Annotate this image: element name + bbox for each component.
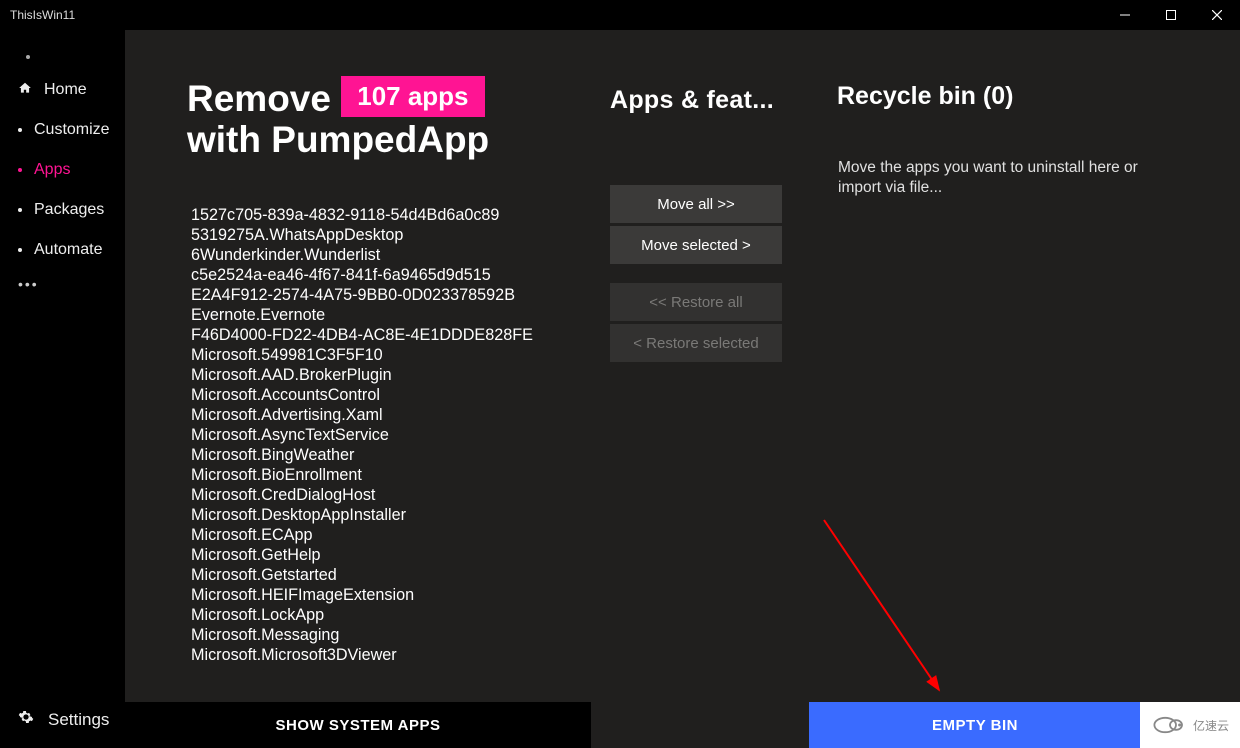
sidebar-back[interactable] [0, 44, 125, 70]
window-title: ThisIsWin11 [0, 8, 75, 22]
watermark-text: 亿速云 [1193, 717, 1229, 734]
recycle-bin-title: Recycle bin (0) [837, 82, 1013, 111]
app-list-item[interactable]: Evernote.Evernote [183, 305, 589, 325]
restore-selected-label: < Restore selected [633, 335, 759, 352]
app-list-item[interactable]: c5e2524a-ea46-4f67-841f-6a9465d9d515 [183, 265, 589, 285]
sidebar-item-label: Packages [34, 201, 104, 219]
app-list-item[interactable]: Microsoft.Advertising.Xaml [183, 405, 589, 425]
sidebar: Home Customize Apps Packages Automate ••… [0, 30, 125, 748]
minimize-button[interactable] [1102, 0, 1148, 30]
app-list-item[interactable]: F46D4000-FD22-4DB4-AC8E-4E1DDDE828FE [183, 325, 589, 345]
app-list-item[interactable]: Microsoft.GetHelp [183, 545, 589, 565]
sidebar-more[interactable]: ••• [0, 276, 125, 292]
app-list-item[interactable]: Microsoft.AsyncTextService [183, 425, 589, 445]
app-list-item[interactable]: Microsoft.HEIFImageExtension [183, 585, 589, 605]
app-list-item[interactable]: Microsoft.549981C3F5F10 [183, 345, 589, 365]
sidebar-item-apps[interactable]: Apps [0, 150, 125, 190]
app-list-item[interactable]: Microsoft.CredDialogHost [183, 485, 589, 505]
sidebar-item-automate[interactable]: Automate [0, 230, 125, 270]
apps-listbox[interactable]: 1527c705-839a-4832-9118-54d4Bd6a0c895319… [183, 205, 589, 664]
move-all-label: Move all >> [657, 196, 735, 213]
app-list-item[interactable]: Microsoft.ECApp [183, 525, 589, 545]
app-list-item[interactable]: E2A4F912-2574-4A75-9BB0-0D023378592B [183, 285, 589, 305]
dot-icon [26, 55, 30, 59]
apps-features-title: Apps & feat... [610, 86, 774, 115]
empty-bin-label: EMPTY BIN [932, 717, 1018, 734]
restore-selected-button[interactable]: < Restore selected [610, 324, 782, 362]
heading-line2: with PumpedApp [187, 119, 489, 160]
watermark: 亿速云 [1140, 702, 1240, 748]
gear-icon [18, 709, 34, 730]
move-all-button[interactable]: Move all >> [610, 185, 782, 223]
home-icon [18, 81, 32, 100]
show-system-apps-label: SHOW SYSTEM APPS [276, 717, 441, 734]
dot-icon [18, 208, 22, 212]
sidebar-item-label: Customize [34, 121, 110, 139]
show-system-apps-button[interactable]: SHOW SYSTEM APPS [125, 702, 591, 748]
app-list-item[interactable]: 6Wunderkinder.Wunderlist [183, 245, 589, 265]
app-list-item[interactable]: Microsoft.Messaging [183, 625, 589, 645]
app-list-item[interactable]: 5319275A.WhatsAppDesktop [183, 225, 589, 245]
sidebar-item-label: Apps [34, 161, 70, 179]
heading-line1-pre: Remove [187, 78, 341, 119]
page-heading: Remove 107 apps with PumpedApp [187, 76, 489, 160]
sidebar-item-settings[interactable]: Settings [0, 709, 109, 730]
apps-count-badge: 107 apps [341, 76, 484, 117]
app-list-item[interactable]: Microsoft.AccountsControl [183, 385, 589, 405]
empty-bin-button[interactable]: EMPTY BIN [809, 702, 1141, 748]
restore-all-button[interactable]: << Restore all [610, 283, 782, 321]
app-list-item[interactable]: Microsoft.BioEnrollment [183, 465, 589, 485]
annotation-arrow [819, 515, 959, 705]
sidebar-item-home[interactable]: Home [0, 70, 125, 110]
window-controls [1102, 0, 1240, 30]
sidebar-item-customize[interactable]: Customize [0, 110, 125, 150]
recycle-bin-hint: Move the apps you want to uninstall here… [838, 158, 1138, 198]
close-button[interactable] [1194, 0, 1240, 30]
app-list-item[interactable]: Microsoft.LockApp [183, 605, 589, 625]
app-list-item[interactable]: 1527c705-839a-4832-9118-54d4Bd6a0c89 [183, 205, 589, 225]
sidebar-item-label: Automate [34, 241, 102, 259]
restore-all-label: << Restore all [649, 294, 742, 311]
sidebar-item-packages[interactable]: Packages [0, 190, 125, 230]
app-list-item[interactable]: Microsoft.DesktopAppInstaller [183, 505, 589, 525]
sidebar-item-label: Home [44, 81, 87, 99]
app-list-item[interactable]: Microsoft.BingWeather [183, 445, 589, 465]
dot-icon [18, 248, 22, 252]
app-list-item[interactable]: Microsoft.Microsoft3DViewer [183, 645, 589, 664]
move-restore-panel: Move all >> Move selected > << Restore a… [610, 185, 782, 365]
dot-icon [18, 168, 22, 172]
maximize-button[interactable] [1148, 0, 1194, 30]
main-content: Remove 107 apps with PumpedApp 1527c705-… [125, 30, 1240, 748]
move-selected-label: Move selected > [641, 237, 751, 254]
titlebar: ThisIsWin11 [0, 0, 1240, 30]
sidebar-item-label: Settings [48, 710, 109, 730]
app-list-item[interactable]: Microsoft.AAD.BrokerPlugin [183, 365, 589, 385]
app-list-item[interactable]: Microsoft.Getstarted [183, 565, 589, 585]
move-selected-button[interactable]: Move selected > [610, 226, 782, 264]
dot-icon [18, 128, 22, 132]
